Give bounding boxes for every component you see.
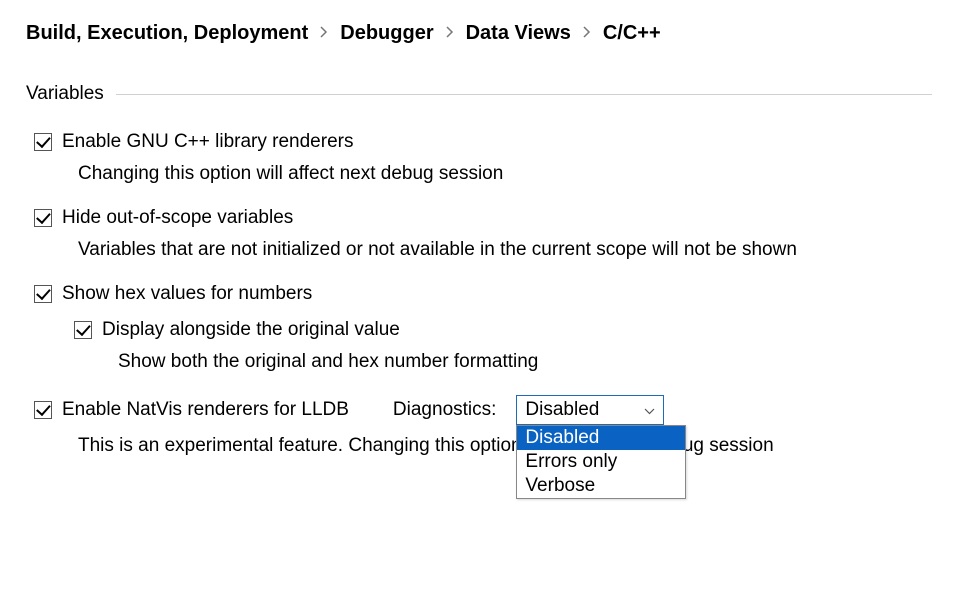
chevron-right-icon [320,25,328,42]
breadcrumb-item[interactable]: Build, Execution, Deployment [26,22,308,45]
hint-natvis: This is an experimental feature. Changin… [78,435,932,457]
checkbox-gnu-renderers[interactable] [34,133,52,151]
option-label: Enable NatVis renderers for LLDB [62,399,349,421]
option-natvis: Enable NatVis renderers for LLDB Diagnos… [34,395,932,425]
option-label: Show hex values for numbers [62,283,312,305]
diagnostics-label: Diagnostics: [393,399,497,421]
chevron-down-icon [644,399,655,421]
hint-hide-out-of-scope: Variables that are not initialized or no… [78,239,932,261]
checkbox-show-hex[interactable] [34,285,52,303]
chevron-right-icon [446,25,454,42]
breadcrumb-item[interactable]: Debugger [340,22,433,45]
diagnostics-dropdown: Disabled Errors only Verbose [516,425,686,499]
breadcrumb: Build, Execution, Deployment Debugger Da… [26,22,932,45]
option-label: Display alongside the original value [102,319,400,341]
checkbox-hide-out-of-scope[interactable] [34,209,52,227]
option-show-hex[interactable]: Show hex values for numbers [34,283,932,305]
hint-gnu-renderers: Changing this option will affect next de… [78,163,932,185]
select-value: Disabled [525,399,644,421]
option-display-alongside[interactable]: Display alongside the original value [74,319,932,341]
dropdown-item-verbose[interactable]: Verbose [517,474,685,498]
breadcrumb-item[interactable]: Data Views [466,22,571,45]
dropdown-item-disabled[interactable]: Disabled [517,426,685,450]
section-title: Variables [26,83,104,105]
option-gnu-renderers[interactable]: Enable GNU C++ library renderers [34,131,932,153]
option-label: Hide out-of-scope variables [62,207,293,229]
checkbox-display-alongside[interactable] [74,321,92,339]
chevron-right-icon [583,25,591,42]
diagnostics-select[interactable]: Disabled Disabled Errors only Verbose [516,395,664,425]
dropdown-item-errors-only[interactable]: Errors only [517,450,685,474]
option-label: Enable GNU C++ library renderers [62,131,353,153]
section-header-variables: Variables [26,83,932,105]
checkbox-natvis[interactable] [34,401,52,419]
section-divider [116,94,932,95]
breadcrumb-item[interactable]: C/C++ [603,22,661,45]
option-hide-out-of-scope[interactable]: Hide out-of-scope variables [34,207,932,229]
hint-display-alongside: Show both the original and hex number fo… [118,351,932,373]
